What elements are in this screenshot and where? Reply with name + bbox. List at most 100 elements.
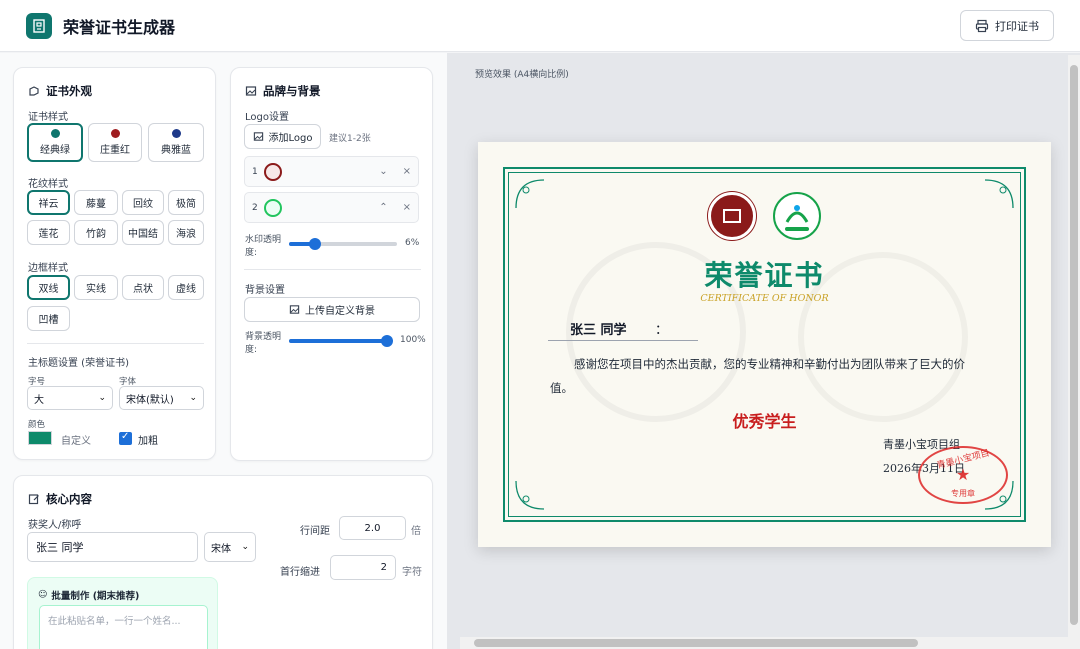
watermark-label: 水印透明度: [245,235,282,258]
line-spacing-unit: 倍 [411,526,421,537]
chevron-up-icon[interactable]: ⌃ [379,202,387,213]
divider [244,269,421,270]
chevron-down-icon[interactable]: ⌄ [379,166,387,177]
preview-vertical-scrollbar[interactable] [1068,55,1080,649]
certificate-recipient: 张三 同学 [570,319,627,338]
bold-checkbox[interactable] [119,431,132,445]
style-option-green[interactable]: 经典绿 [27,123,83,162]
bold-label: 加粗 [138,436,158,447]
style-option-label: 经典绿 [40,145,70,156]
close-icon[interactable]: × [403,166,411,177]
appearance-title: 证书外观 [46,84,92,98]
upload-bg-button[interactable]: 上传自定义背景 [244,297,420,322]
style-option-red[interactable]: 庄重红 [88,123,142,162]
brand-card-title: 品牌与背景 [245,83,321,99]
partner-logo [773,192,821,240]
settings-panel: 证书外观 证书样式 经典绿 庄重红 典雅蓝 花纹样式 祥云 藤蔓 回纹 极简 莲… [0,53,447,649]
image-icon [245,86,257,96]
recipient-font-select[interactable]: 宋体 ⌄ [204,532,256,562]
line-spacing-label: 行间距 [300,526,330,537]
certificate-award: 优秀学生 [732,412,797,431]
scrollbar-thumb[interactable] [1070,65,1078,625]
core-content-card: 核心内容 获奖人/称呼 张三 同学 宋体 ⌄ 行间距 2.0 倍 首行缩进 2 字… [13,475,433,649]
app-header: 荣誉证书生成器 打印证书 [0,0,1080,52]
border-option[interactable]: 点状 [122,275,164,300]
logo-hint: 建议1-2张 [329,134,371,144]
batch-names-textarea[interactable]: 在此粘贴名单，一行一个姓名... [39,605,208,649]
color-label: 颜色 [28,420,46,430]
line-spacing-input[interactable]: 2.0 [339,516,406,540]
appearance-card-title: 证书外观 [28,83,92,99]
title-color-swatch[interactable] [28,431,52,445]
pattern-option[interactable]: 中国结 [122,220,164,245]
appearance-card: 证书外观 证书样式 经典绿 庄重红 典雅蓝 花纹样式 祥云 藤蔓 回纹 极简 莲… [13,67,216,460]
core-title: 核心内容 [46,492,92,506]
custom-color-label: 自定义 [61,436,91,447]
image-icon [253,132,263,141]
print-button-label: 打印证书 [995,19,1039,33]
font-family-select[interactable]: 宋体(默认) ⌄ [119,386,204,410]
font-size-value: 大 [34,394,44,406]
style-label: 证书样式 [28,112,68,123]
pattern-option[interactable]: 极简 [168,190,204,215]
batch-title-text: 批量制作 (期末推荐) [51,591,140,602]
palette-icon [29,86,39,96]
border-option[interactable]: 虚线 [168,275,204,300]
indent-input[interactable]: 2 [330,555,396,580]
batch-title: ☺ 批量制作 (期末推荐) [38,588,139,602]
color-dot-icon [50,129,60,138]
core-card-title: 核心内容 [28,491,92,507]
pattern-option[interactable]: 莲花 [27,220,70,245]
font-size-select[interactable]: 大 ⌄ [27,386,113,410]
logo-settings-label: Logo设置 [245,112,289,123]
certificate-body: 感谢您在项目中的杰出贡献，您的专业精神和辛勤付出为团队带来了巨大的价值。 [550,357,965,395]
bg-settings-label: 背景设置 [245,285,285,296]
recipient-font-value: 宋体 [211,543,231,555]
color-dot-icon [110,129,120,138]
chevron-down-icon: ⌄ [189,393,197,403]
logo-thumbnail [264,162,282,181]
school-logo [708,192,756,240]
border-option[interactable]: 凹槽 [27,306,70,331]
style-option-blue[interactable]: 典雅蓝 [148,123,204,162]
pattern-option[interactable]: 回纹 [122,190,164,215]
recipient-input[interactable]: 张三 同学 [27,532,198,562]
border-option[interactable]: 实线 [74,275,118,300]
seal-star-icon: ★ [955,465,971,484]
pattern-option[interactable]: 祥云 [27,190,70,215]
close-icon[interactable]: × [403,202,411,213]
indent-unit: 字符 [402,567,422,578]
slider-thumb[interactable] [309,238,321,250]
style-option-label: 庄重红 [100,145,130,156]
slider-fill [289,339,389,343]
seal-subtext: 专用章 [951,489,975,498]
slider-thumb[interactable] [381,335,393,347]
print-button[interactable]: 打印证书 [960,10,1054,41]
divider [27,343,204,344]
pattern-option[interactable]: 藤蔓 [74,190,118,215]
recipient-label: 获奖人/称呼 [28,520,82,531]
bg-opacity-slider[interactable] [289,335,393,347]
border-option[interactable]: 双线 [27,275,70,300]
corner-ornament-icon [515,179,545,209]
watermark-slider[interactable] [289,238,397,250]
logo-row[interactable]: 1 ⌄ × [244,156,419,187]
bg-opacity-label: 背景透明度: [245,332,282,355]
add-logo-label: 添加Logo [268,133,313,144]
pattern-option[interactable]: 海浪 [168,220,204,245]
certificate-preview: 荣誉证书 CERTIFICATE OF HONOR 张三 同学 ： 感谢您在项目… [478,142,1051,547]
preview-horizontal-scrollbar[interactable] [460,637,1068,649]
corner-ornament-icon [515,480,545,510]
upload-bg-label: 上传自定义背景 [305,306,375,317]
add-logo-button[interactable]: 添加Logo [244,124,321,149]
logo-index: 2 [252,202,258,213]
pattern-option[interactable]: 竹韵 [74,220,118,245]
logo-row[interactable]: 2 ⌃ × [244,192,419,223]
brand-card: 品牌与背景 Logo设置 添加Logo 建议1-2张 1 ⌄ × 2 ⌃ × 水… [230,67,433,461]
logo-thumbnail [264,198,282,217]
scrollbar-thumb[interactable] [474,639,918,647]
printer-icon [975,19,989,32]
watermark-value: 6% [405,238,420,248]
color-dot-icon [171,129,181,138]
pattern-label: 花纹样式 [28,179,68,190]
